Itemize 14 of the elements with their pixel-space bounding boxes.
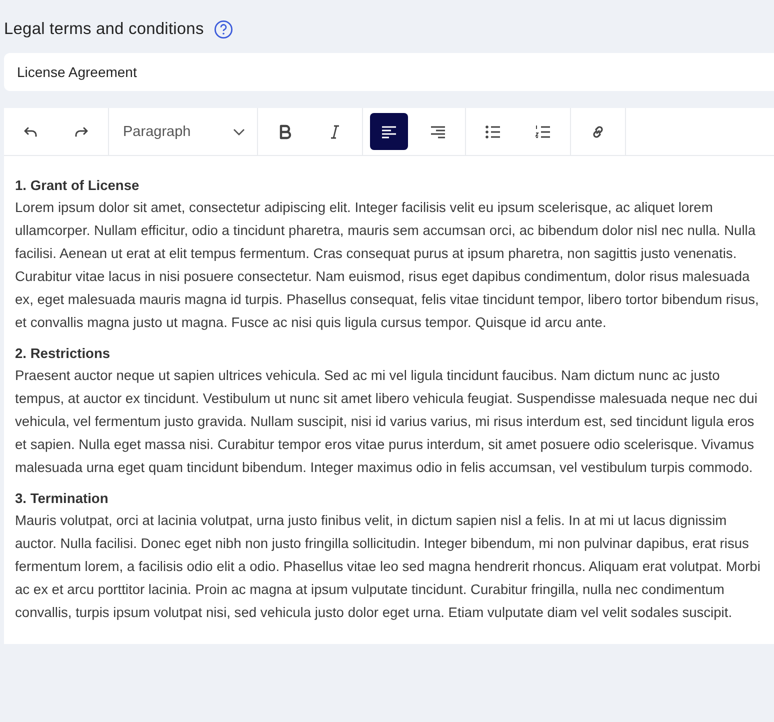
section-text: Lorem ipsum dolor sit amet, consectetur adipiscing elit. Integer facilisis velit eu ipsum scelerisque, ac aliquet lorem ullamcorper. Nullam efficitur, odio a tincidunt pharetra, mauris sem accumsan orci, ac bibendum dolor nisl nec nulla. Nulla facilisi. Aenean ut erat at elit tempus fermentum. Cras consequat purus at ipsum pharetra, non sagittis justo venenatis. Curabitur vitae lacus in nisi posuere consectetur. Nam euismod, risus eget dapibus condimentum, dolor risus malesuada ex, eget malesuada mauris magna id turpis. Phasellus consequat, felis vitae tincidunt tempor, libero tortor bibendum risus, et convallis magna justo ut magna. Fusce ac nisi quis ligula cursus tempor. Quisque id arcu ante. [15, 199, 760, 332]
block-format-dropdown[interactable]: Paragraph [113, 113, 253, 150]
field-label: Legal terms and conditions [4, 20, 204, 39]
section-heading: 3. Termination [15, 490, 110, 508]
section-heading: 1. Grant of License [15, 177, 140, 195]
numbered-list-icon [534, 122, 552, 140]
section-text: Praesent auctor neque ut sapien ultrices vehicula. Sed ac mi vel ligula tincidunt faucibus. Nam dictum nunc ac justo tempus, at auctor ex tincidunt. Vestibulum ut nunc sit amet libero vehicula feugiat. Suspendisse malesuada neque nec dui vehicula, vel fermentum justo gravida. Nullam suscipit, nisi id varius varius, mi risus interdum est, sed tincidunt ligula eros et sapien. Nulla eget massa nisi. Curabitur tempor eros vitae purus interdum, sit amet posuere odio scelerisque. Vivamus malesuada urna eget quam tincidunt bibendum. Integer maximus odio in felis accumsan, vel vestibulum turpis commodo. [15, 367, 758, 477]
section-text: Mauris volutpat, orci at lacinia volutpat, urna justo finibus velit, in dictum sapien nisl a felis. In at mi ut lacus dignissim auctor. Nulla facilisi. Donec eget nibh non justo fringilla sollicitudin. Integer bibendum, mi non pulvinar dapibus, erat risus fermentum lorem, a facilisis odio elit a odio. Phasellus vitae leo sed magna hendrerit rhoncus. Aliquam erat volutpat. Morbi ac ex et arcu porttitor lacinia. Proin ac magna at ipsum vulputate tincidunt. Curabitur fringilla, nulla nec condimentum convallis, turpis ipsum volutpat nisi, sed vehicula justo dolor eget urna. Etiam vulputate diam vel velit sodales suscipit. [15, 512, 762, 622]
bullet-list-icon [484, 122, 502, 140]
help-icon[interactable] [214, 20, 233, 39]
align-left-button[interactable] [370, 113, 408, 150]
chevron-down-icon [233, 128, 245, 136]
title-field[interactable]: License Agreement [4, 53, 774, 91]
section-heading: 2. Restrictions [15, 345, 112, 363]
